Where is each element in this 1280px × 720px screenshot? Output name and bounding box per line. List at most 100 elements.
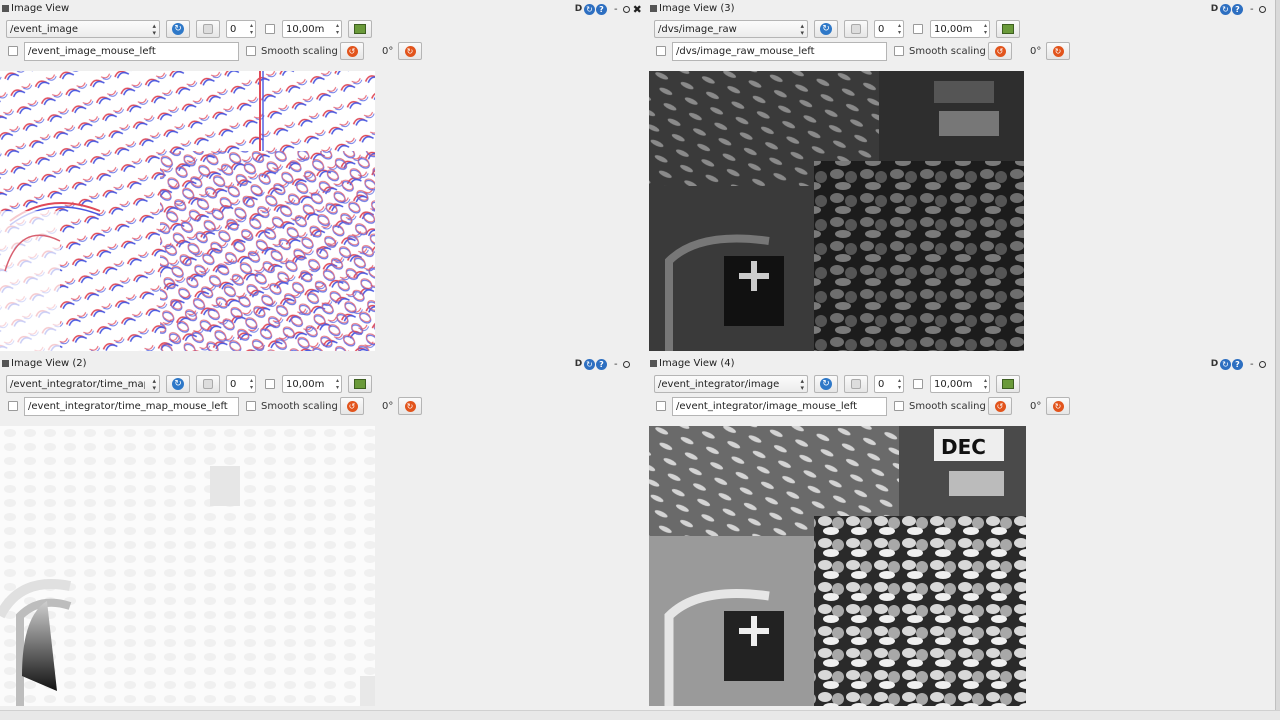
smooth-scaling-checkbox[interactable] [246, 401, 256, 411]
minimize-icon[interactable]: - [614, 359, 618, 370]
save-image-button[interactable] [844, 20, 868, 38]
num-gridlines-spinbox[interactable]: 0 ▴ ▾ [226, 375, 256, 393]
rotate-right-button[interactable]: ↻ [1046, 42, 1070, 60]
save-image-button[interactable] [196, 20, 220, 38]
mouse-topic-input[interactable] [24, 397, 239, 416]
minimize-icon[interactable]: - [1250, 4, 1254, 15]
image-view-panel-3: Image View (3) /dvs/image_raw ▴ ▾ ↻ 0 ▴ ▾ … [648, 0, 1280, 355]
spin-arrows-icon[interactable]: ▴ ▾ [984, 22, 987, 36]
rotate-left-button[interactable]: ↺ [340, 397, 364, 415]
save-icon [203, 379, 213, 389]
publish-mouse-checkbox[interactable] [656, 46, 666, 56]
color-scheme-button[interactable] [996, 20, 1020, 38]
color-scheme-button[interactable] [348, 375, 372, 393]
panel-1-title-buttons: D ↻ ? - ✖ [574, 2, 1280, 16]
event-image-view[interactable] [0, 71, 375, 351]
dynamic-range-checkbox[interactable] [913, 24, 923, 34]
publish-mouse-checkbox[interactable] [8, 46, 18, 56]
help-icon[interactable]: ? [596, 358, 607, 370]
rotate-right-button[interactable]: ↻ [398, 42, 422, 60]
spin-arrows-icon[interactable]: ▴ ▾ [898, 22, 901, 36]
help-icon[interactable]: ? [596, 3, 607, 15]
panel-titlebar: Image View (2) [0, 357, 640, 371]
max-range-spinbox[interactable]: 10,00m ▴ ▾ [282, 20, 342, 38]
rotate-right-button[interactable]: ↻ [1046, 397, 1070, 415]
dock-icon[interactable]: D [574, 4, 583, 14]
topic-select-value: /event_image [10, 24, 78, 35]
reload-icon[interactable]: ↻ [584, 358, 595, 370]
max-range-spinbox[interactable]: 10,00m ▴ ▾ [930, 20, 990, 38]
window-icon [2, 5, 9, 12]
close-icon[interactable]: ✖ [633, 3, 642, 16]
time-map-image-view[interactable] [0, 426, 375, 706]
num-gridlines-spinbox[interactable]: 0 ▴ ▾ [226, 20, 256, 38]
toolbar-row: /dvs/image_raw ▴ ▾ ↻ 0 ▴ ▾ 10,00m ▴ ▾ [654, 20, 1280, 38]
minimize-icon[interactable]: - [614, 4, 618, 15]
rotation-angle: 0° [382, 401, 394, 412]
rotate-left-button[interactable]: ↺ [988, 42, 1012, 60]
spin-arrows-icon[interactable]: ▴ ▾ [336, 377, 339, 391]
integrated-image-view[interactable]: DEC [649, 426, 1026, 706]
spin-arrows-icon[interactable]: ▴ ▾ [250, 377, 253, 391]
help-icon[interactable]: ? [1232, 358, 1243, 370]
chevron-updown-icon: ▴ ▾ [800, 22, 804, 37]
float-icon[interactable] [622, 5, 630, 13]
mouse-topic-input[interactable] [672, 42, 887, 61]
help-icon[interactable]: ? [1232, 3, 1243, 15]
reload-icon[interactable]: ↻ [1220, 358, 1231, 370]
window-edge [1275, 0, 1280, 720]
reload-icon[interactable]: ↻ [1220, 3, 1231, 15]
mouse-topic-input[interactable] [24, 42, 239, 61]
minimize-icon[interactable]: - [1250, 359, 1254, 370]
float-icon[interactable] [1258, 360, 1266, 368]
num-gridlines-spinbox[interactable]: 0 ▴ ▾ [874, 20, 904, 38]
save-image-button[interactable] [844, 375, 868, 393]
spin-arrows-icon[interactable]: ▴ ▾ [984, 377, 987, 391]
status-bar [0, 710, 1280, 720]
refresh-icon: ↻ [820, 23, 832, 35]
rotate-left-button[interactable]: ↺ [988, 397, 1012, 415]
spin-arrows-icon[interactable]: ▴ ▾ [250, 22, 253, 36]
color-scheme-button[interactable] [996, 375, 1020, 393]
float-icon[interactable] [1258, 5, 1266, 13]
topic-select[interactable]: /event_integrator/image ▴ ▾ [654, 375, 808, 393]
save-image-button[interactable] [196, 375, 220, 393]
refresh-topics-button[interactable]: ↻ [814, 375, 838, 393]
spinbox-value: 10,00m [934, 379, 973, 390]
spinbox-value: 0 [230, 379, 237, 390]
topic-select[interactable]: /dvs/image_raw ▴ ▾ [654, 20, 808, 38]
raw-camera-image-view[interactable] [649, 71, 1024, 351]
dock-icon[interactable]: D [1210, 4, 1219, 14]
dock-icon[interactable]: D [574, 359, 583, 369]
dynamic-range-checkbox[interactable] [913, 379, 923, 389]
topic-select[interactable]: /event_image ▴ ▾ [6, 20, 160, 38]
spin-arrows-icon[interactable]: ▴ ▾ [898, 377, 901, 391]
spin-arrows-icon[interactable]: ▴ ▾ [336, 22, 339, 36]
dynamic-range-checkbox[interactable] [265, 24, 275, 34]
color-picker-icon [1002, 379, 1014, 389]
refresh-topics-button[interactable]: ↻ [166, 375, 190, 393]
rotate-left-button[interactable]: ↺ [340, 42, 364, 60]
topic-select-value: /event_integrator/image [658, 379, 780, 390]
refresh-topics-button[interactable]: ↻ [166, 20, 190, 38]
dynamic-range-checkbox[interactable] [265, 379, 275, 389]
smooth-scaling-checkbox[interactable] [246, 46, 256, 56]
reload-icon[interactable]: ↻ [584, 3, 595, 15]
max-range-spinbox[interactable]: 10,00m ▴ ▾ [282, 375, 342, 393]
save-icon [203, 24, 213, 34]
float-icon[interactable] [622, 360, 630, 368]
rotate-right-icon: ↻ [1052, 45, 1064, 57]
mouse-topic-input[interactable] [672, 397, 887, 416]
max-range-spinbox[interactable]: 10,00m ▴ ▾ [930, 375, 990, 393]
smooth-scaling-checkbox[interactable] [894, 46, 904, 56]
num-gridlines-spinbox[interactable]: 0 ▴ ▾ [874, 375, 904, 393]
publish-mouse-checkbox[interactable] [656, 401, 666, 411]
color-scheme-button[interactable] [348, 20, 372, 38]
topic-select[interactable]: /event_integrator/time_map ▴ ▾ [6, 375, 160, 393]
refresh-icon: ↻ [820, 378, 832, 390]
smooth-scaling-checkbox[interactable] [894, 401, 904, 411]
refresh-topics-button[interactable]: ↻ [814, 20, 838, 38]
dock-icon[interactable]: D [1210, 359, 1219, 369]
publish-mouse-checkbox[interactable] [8, 401, 18, 411]
rotate-right-button[interactable]: ↻ [398, 397, 422, 415]
